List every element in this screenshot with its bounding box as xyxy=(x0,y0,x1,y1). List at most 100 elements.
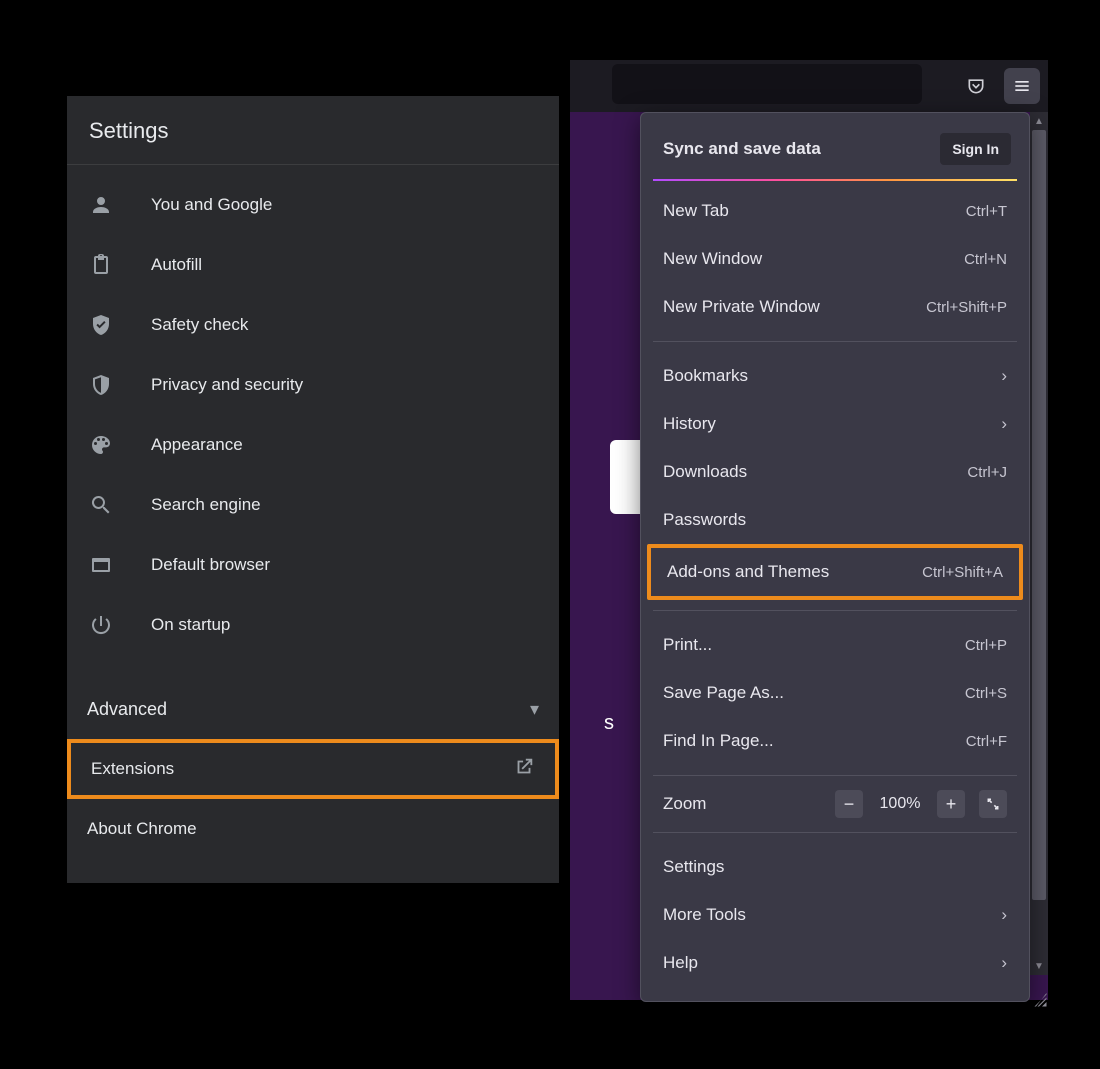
nav-label: Search engine xyxy=(151,495,261,515)
nav-label: Autofill xyxy=(151,255,202,275)
menu-label: Print... xyxy=(663,635,712,655)
menu-shortcut: Ctrl+F xyxy=(966,733,1007,750)
menu-print[interactable]: Print... Ctrl+P xyxy=(641,621,1029,669)
app-menu-button[interactable] xyxy=(1004,68,1040,104)
menu-shortcut: Ctrl+N xyxy=(964,251,1007,268)
menu-label: New Tab xyxy=(663,201,729,221)
nav-on-startup[interactable]: On startup xyxy=(67,595,559,655)
security-icon xyxy=(87,371,115,399)
chrome-settings-panel: Settings You and Google Autofill Safety … xyxy=(67,96,559,883)
nav-search-engine[interactable]: Search engine xyxy=(67,475,559,535)
nav-label: Default browser xyxy=(151,555,270,575)
menu-settings[interactable]: Settings xyxy=(641,843,1029,891)
scroll-down-button[interactable]: ▼ xyxy=(1030,957,1048,975)
url-bar[interactable] xyxy=(612,64,922,104)
nav-you-and-google[interactable]: You and Google xyxy=(67,175,559,235)
zoom-in-button[interactable]: + xyxy=(937,790,965,818)
nav-label: Appearance xyxy=(151,435,243,455)
resize-handle-icon xyxy=(1030,990,1048,1008)
menu-label: Settings xyxy=(663,857,724,877)
nav-appearance[interactable]: Appearance xyxy=(67,415,559,475)
menu-new-tab[interactable]: New Tab Ctrl+T xyxy=(641,187,1029,235)
about-label: About Chrome xyxy=(87,819,197,839)
menu-section-windows: New Tab Ctrl+T New Window Ctrl+N New Pri… xyxy=(641,181,1029,337)
sign-in-button[interactable]: Sign In xyxy=(940,133,1011,165)
menu-shortcut: Ctrl+T xyxy=(966,203,1007,220)
menu-separator xyxy=(653,341,1017,342)
nav-extensions[interactable]: Extensions xyxy=(67,739,559,799)
menu-label: New Window xyxy=(663,249,762,269)
power-icon xyxy=(87,611,115,639)
menu-bookmarks[interactable]: Bookmarks › xyxy=(641,352,1029,400)
browser-icon xyxy=(87,551,115,579)
menu-addons-themes[interactable]: Add-ons and Themes Ctrl+Shift+A xyxy=(647,544,1023,600)
nav-advanced[interactable]: Advanced ▾ xyxy=(67,681,559,737)
vertical-scrollbar[interactable]: ▲ ▼ xyxy=(1030,112,1048,975)
menu-shortcut: Ctrl+J xyxy=(967,464,1007,481)
search-icon xyxy=(87,491,115,519)
menu-section-library: Bookmarks › History › Downloads Ctrl+J P… xyxy=(641,346,1029,606)
scroll-thumb[interactable] xyxy=(1032,130,1046,900)
firefox-window: s ▲ ▼ Sync and save data Sign In New Tab… xyxy=(570,60,1048,1000)
menu-sync-header: Sync and save data Sign In xyxy=(641,119,1029,179)
menu-new-window[interactable]: New Window Ctrl+N xyxy=(641,235,1029,283)
menu-label: More Tools xyxy=(663,905,746,925)
menu-section-bottom: Settings More Tools › Help › xyxy=(641,837,1029,993)
advanced-label: Advanced xyxy=(87,699,167,720)
menu-label: Find In Page... xyxy=(663,731,774,751)
menu-label: Passwords xyxy=(663,510,746,530)
clipboard-icon xyxy=(87,251,115,279)
chevron-right-icon: › xyxy=(1001,953,1007,973)
settings-nav-list: You and Google Autofill Safety check Pri… xyxy=(67,165,559,655)
firefox-app-menu: Sync and save data Sign In New Tab Ctrl+… xyxy=(640,112,1030,1002)
menu-downloads[interactable]: Downloads Ctrl+J xyxy=(641,448,1029,496)
menu-label: New Private Window xyxy=(663,297,820,317)
menu-label: Add-ons and Themes xyxy=(667,562,829,582)
nav-privacy-security[interactable]: Privacy and security xyxy=(67,355,559,415)
menu-separator xyxy=(653,775,1017,776)
nav-label: On startup xyxy=(151,615,230,635)
menu-label: Bookmarks xyxy=(663,366,748,386)
chevron-down-icon: ▾ xyxy=(530,699,539,720)
menu-new-private-window[interactable]: New Private Window Ctrl+Shift+P xyxy=(641,283,1029,331)
menu-passwords[interactable]: Passwords xyxy=(641,496,1029,544)
menu-separator xyxy=(653,610,1017,611)
menu-zoom-row: Zoom − 100% + xyxy=(641,780,1029,828)
firefox-toolbar xyxy=(570,60,1048,112)
menu-shortcut: Ctrl+S xyxy=(965,685,1007,702)
nav-about-chrome[interactable]: About Chrome xyxy=(67,799,559,859)
menu-more-tools[interactable]: More Tools › xyxy=(641,891,1029,939)
zoom-label: Zoom xyxy=(663,794,706,814)
extensions-label: Extensions xyxy=(91,759,174,779)
pocket-button[interactable] xyxy=(958,68,994,104)
sync-title: Sync and save data xyxy=(663,139,821,159)
nav-default-browser[interactable]: Default browser xyxy=(67,535,559,595)
fullscreen-button[interactable] xyxy=(979,790,1007,818)
menu-help[interactable]: Help › xyxy=(641,939,1029,987)
chevron-right-icon: › xyxy=(1001,905,1007,925)
settings-lower-list: Extensions About Chrome xyxy=(67,737,559,883)
scroll-up-button[interactable]: ▲ xyxy=(1030,112,1048,130)
nav-label: Safety check xyxy=(151,315,248,335)
nav-autofill[interactable]: Autofill xyxy=(67,235,559,295)
nav-label: Privacy and security xyxy=(151,375,303,395)
zoom-controls: − 100% + xyxy=(835,790,1007,818)
palette-icon xyxy=(87,431,115,459)
menu-label: Downloads xyxy=(663,462,747,482)
menu-label: Save Page As... xyxy=(663,683,784,703)
chevron-right-icon: › xyxy=(1001,366,1007,386)
settings-title: Settings xyxy=(67,96,559,165)
background-text-fragment: s xyxy=(604,712,614,735)
zoom-out-button[interactable]: − xyxy=(835,790,863,818)
nav-label: You and Google xyxy=(151,195,272,215)
menu-save-page-as[interactable]: Save Page As... Ctrl+S xyxy=(641,669,1029,717)
nav-safety-check[interactable]: Safety check xyxy=(67,295,559,355)
menu-shortcut: Ctrl+Shift+P xyxy=(926,299,1007,316)
menu-history[interactable]: History › xyxy=(641,400,1029,448)
shield-check-icon xyxy=(87,311,115,339)
menu-label: Help xyxy=(663,953,698,973)
open-external-icon xyxy=(513,756,535,783)
menu-find-in-page[interactable]: Find In Page... Ctrl+F xyxy=(641,717,1029,765)
menu-separator xyxy=(653,832,1017,833)
person-icon xyxy=(87,191,115,219)
